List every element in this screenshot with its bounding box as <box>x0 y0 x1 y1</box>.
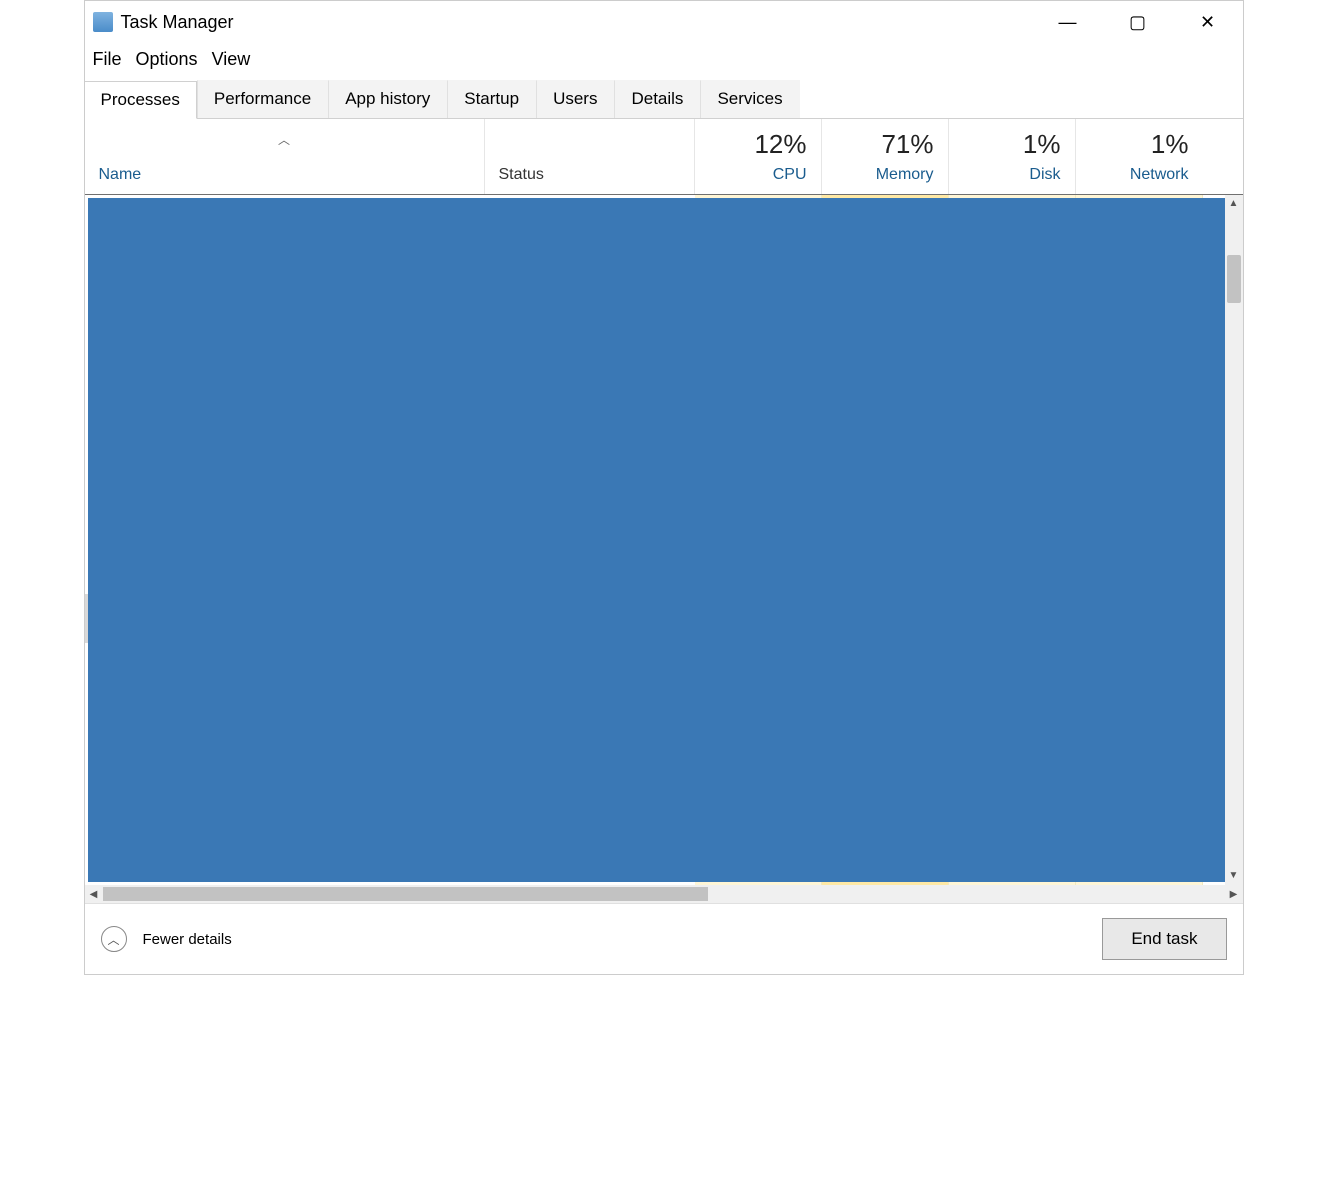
column-headers: ︿ Name Status 12% CPU 71% Memory 1% Disk… <box>85 119 1243 195</box>
header-status[interactable]: Status <box>485 119 695 194</box>
tab-services[interactable]: Services <box>700 80 799 118</box>
fewer-details-toggle-icon[interactable]: ︿ <box>101 926 127 952</box>
scroll-up-icon[interactable]: ▲ <box>1225 195 1243 213</box>
process-icon <box>117 755 139 777</box>
menu-view[interactable]: View <box>212 49 251 70</box>
scroll-left-icon[interactable]: ◀ <box>85 889 103 900</box>
end-task-button[interactable]: End task <box>1102 918 1226 960</box>
tab-app-history[interactable]: App history <box>328 80 447 118</box>
tab-details[interactable]: Details <box>614 80 700 118</box>
tab-performance[interactable]: Performance <box>197 80 328 118</box>
scroll-down-icon[interactable]: ▼ <box>1225 867 1243 885</box>
horizontal-scrollbar[interactable]: ◀ ▶ <box>85 885 1243 903</box>
window-controls: — ▢ ✕ <box>1033 1 1243 43</box>
header-cpu[interactable]: 12% CPU <box>695 119 822 194</box>
tab-users[interactable]: Users <box>536 80 614 118</box>
header-name[interactable]: ︿ Name <box>85 119 485 194</box>
vertical-scrollbar[interactable]: ▲ ▼ <box>1225 195 1243 885</box>
tab-strip: ProcessesPerformanceApp historyStartupUs… <box>85 80 1243 119</box>
process-list: ›Task Manager 0.8% 24.6 MB 0 MB/s 0 Mbps… <box>85 195 1243 885</box>
process-row[interactable]: Host Process for Setting Synchr... 0% 1.… <box>85 741 1243 790</box>
hscroll-thumb[interactable] <box>103 887 709 901</box>
close-button[interactable]: ✕ <box>1173 1 1243 43</box>
fewer-details-label[interactable]: Fewer details <box>143 931 232 948</box>
app-icon <box>93 12 113 32</box>
header-disk[interactable]: 1% Disk <box>949 119 1076 194</box>
header-network[interactable]: 1% Network <box>1076 119 1203 194</box>
header-memory[interactable]: 71% Memory <box>822 119 949 194</box>
sort-indicator-icon: ︿ <box>99 131 470 148</box>
menu-bar: File Options View <box>85 43 1243 80</box>
minimize-button[interactable]: — <box>1033 1 1103 43</box>
task-manager-window: Task Manager — ▢ ✕ File Options View Pro… <box>84 0 1244 975</box>
scroll-thumb[interactable] <box>1227 255 1241 303</box>
titlebar: Task Manager — ▢ ✕ <box>85 1 1243 43</box>
window-title: Task Manager <box>121 12 234 33</box>
tab-startup[interactable]: Startup <box>447 80 536 118</box>
menu-options[interactable]: Options <box>136 49 198 70</box>
maximize-button[interactable]: ▢ <box>1103 1 1173 43</box>
tab-processes[interactable]: Processes <box>85 81 197 119</box>
scroll-right-icon[interactable]: ▶ <box>1225 889 1243 900</box>
menu-file[interactable]: File <box>93 49 122 70</box>
footer: ︿ Fewer details End task <box>85 903 1243 974</box>
